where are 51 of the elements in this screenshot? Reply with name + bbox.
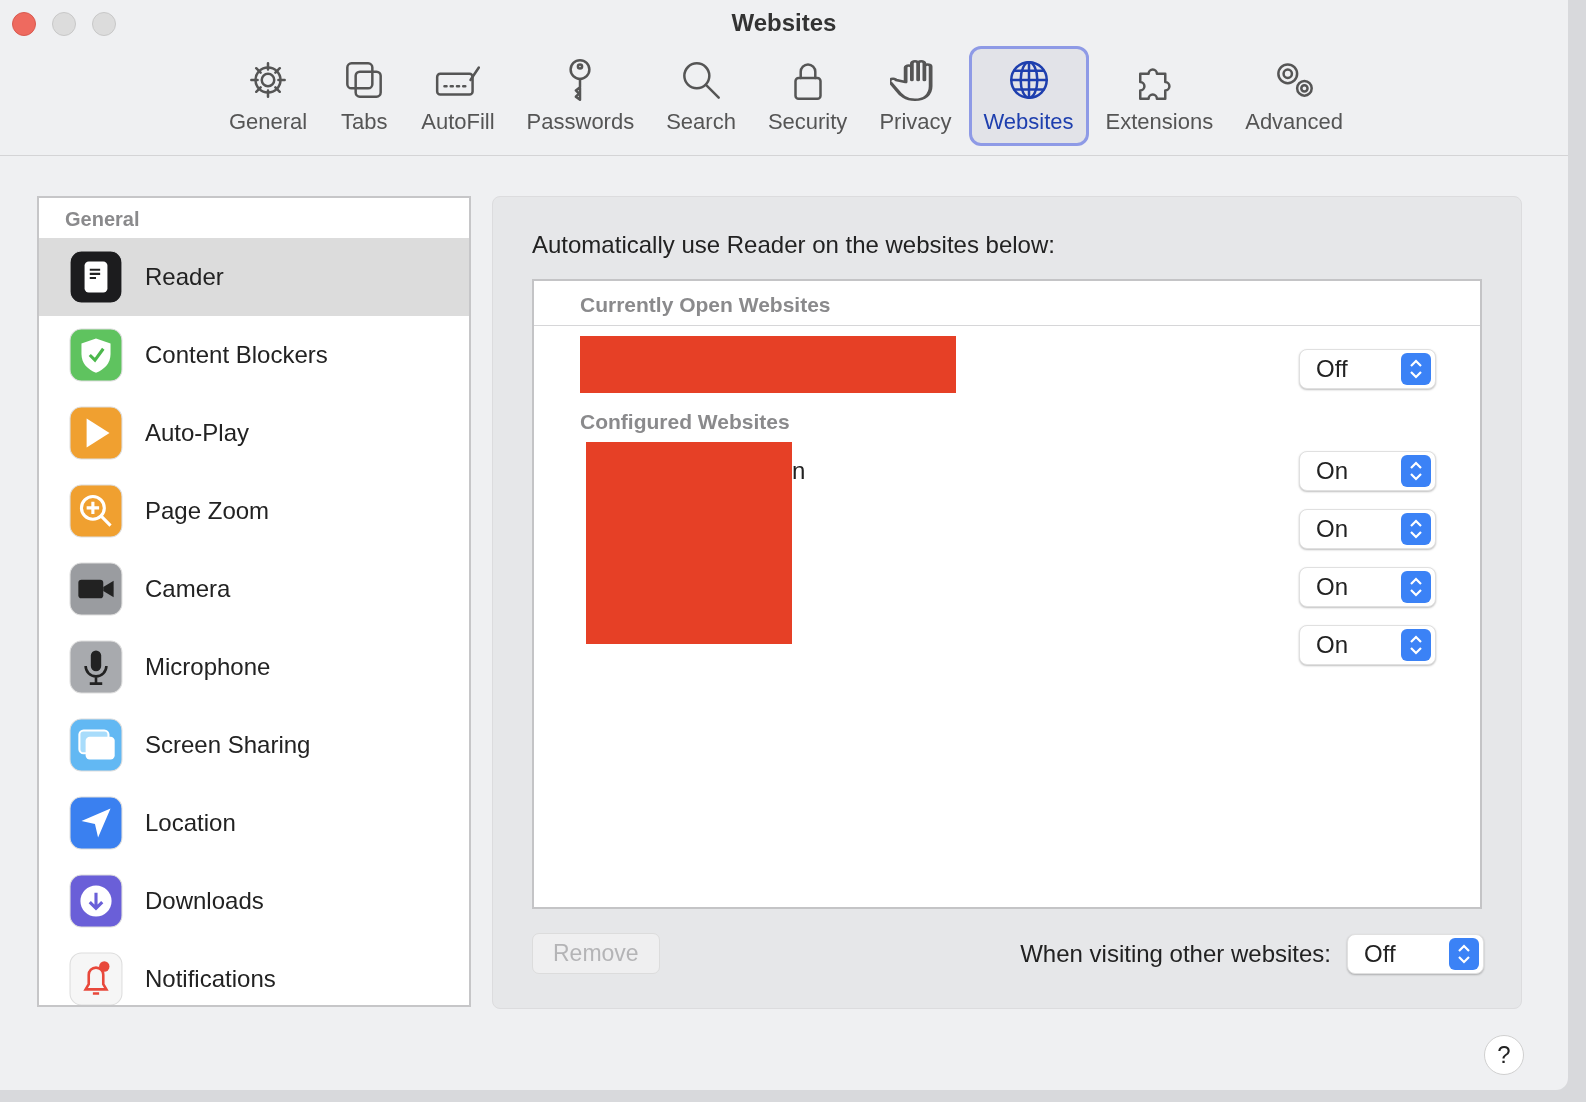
popup-button[interactable]: Off <box>1299 349 1436 389</box>
sidebar-item[interactable]: Content Blockers <box>39 316 469 394</box>
minimize-button[interactable] <box>52 12 76 36</box>
help-button[interactable]: ? <box>1484 1035 1524 1075</box>
chevron-updown-icon <box>1449 937 1479 970</box>
toolbar-tab[interactable]: Advanced <box>1230 46 1359 146</box>
sidebar-item[interactable]: Page Zoom <box>39 472 469 550</box>
play-icon <box>69 406 123 460</box>
video-camera-icon <box>69 562 123 616</box>
sidebar-item[interactable]: Microphone <box>39 628 469 706</box>
toolbar-tab[interactable]: Privacy <box>864 46 967 146</box>
sidebar-item[interactable]: Auto-Play <box>39 394 469 472</box>
toolbar-tab[interactable]: Websites <box>968 46 1089 146</box>
chevron-updown-icon <box>1401 629 1431 661</box>
sidebar-item[interactable]: Camera <box>39 550 469 628</box>
toolbar-tab[interactable]: General <box>213 46 323 146</box>
screens-icon <box>69 718 123 772</box>
window-title: Websites <box>731 9 837 37</box>
sidebar-item[interactable]: Notifications <box>39 940 469 1005</box>
chevron-updown-icon <box>1401 571 1431 603</box>
popup-button[interactable]: On <box>1299 567 1436 607</box>
toolbar-tab[interactable]: Security <box>752 46 863 146</box>
toolbar-tab[interactable]: Tabs <box>324 46 405 146</box>
sidebar-item[interactable]: Reader <box>39 238 469 316</box>
zoom-in-icon <box>69 484 123 538</box>
sidebar-item[interactable]: Location <box>39 784 469 862</box>
sidebar-item[interactable]: Downloads <box>39 862 469 940</box>
popup-button[interactable]: On <box>1299 625 1436 665</box>
section-heading: Configured Websites <box>579 409 791 435</box>
chevron-updown-icon <box>1401 513 1431 545</box>
popup-button[interactable]: On <box>1299 451 1436 491</box>
chevron-updown-icon <box>1401 455 1431 487</box>
toolbar-tab[interactable]: Passwords <box>511 46 650 146</box>
zoom-button[interactable] <box>92 12 116 36</box>
section-heading: Currently Open Websites <box>534 281 1480 326</box>
toolbar-tab[interactable]: AutoFill <box>406 46 510 146</box>
close-button[interactable] <box>12 12 36 36</box>
reader-icon <box>69 250 123 304</box>
website-name: n <box>792 457 806 485</box>
sidebar-heading: General <box>64 207 141 232</box>
sidebar-item[interactable]: Screen Sharing <box>39 706 469 784</box>
toolbar-tab[interactable]: Extensions <box>1090 46 1229 146</box>
download-icon <box>69 874 123 928</box>
popup-button[interactable]: Off <box>1347 933 1484 974</box>
toolbar-tab[interactable]: Search <box>651 46 751 146</box>
shield-check-icon <box>69 328 123 382</box>
prompt-text: Automatically use Reader on the websites below: <box>532 231 1056 259</box>
popup-button[interactable]: On <box>1299 509 1436 549</box>
other-websites-label: When visiting other websites: <box>1020 939 1331 968</box>
microphone-icon <box>69 640 123 694</box>
chevron-updown-icon <box>1401 353 1431 385</box>
